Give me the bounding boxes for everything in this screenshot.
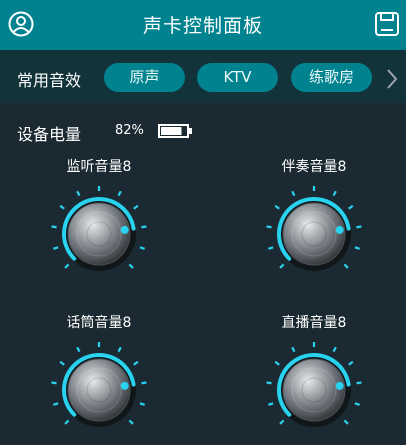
chevron-right-icon[interactable] (384, 68, 400, 90)
knob-tick (128, 419, 134, 425)
knob-tick (51, 381, 57, 385)
microphone-volume-knob[interactable] (49, 340, 149, 440)
knob-tick (268, 246, 274, 250)
knob-tick (139, 402, 145, 406)
preset-practice-room-button[interactable]: 练歌房 (291, 63, 372, 92)
preset-ktv-button[interactable]: KTV (197, 63, 278, 92)
preset-original-button[interactable]: 原声 (104, 63, 185, 92)
knob-tick (356, 381, 362, 385)
knob-tick (348, 204, 354, 210)
knob-indicator (120, 381, 129, 390)
knob-tick (343, 419, 349, 425)
battery-label: 设备电量 (17, 125, 82, 144)
live-volume-knob[interactable] (264, 340, 364, 440)
knob-tick (59, 204, 65, 210)
knob-tick (354, 246, 360, 250)
battery-icon (158, 124, 192, 138)
knob-tick (53, 402, 59, 406)
monitor-volume-knob[interactable] (49, 184, 149, 284)
preset-bar: 常用音效 原声 KTV 练歌房 (0, 50, 406, 103)
battery-percent: 82% (115, 123, 144, 138)
knob-tick (332, 190, 337, 197)
knob-tick (51, 225, 57, 229)
knob-tick (76, 190, 81, 197)
knob-tick (279, 419, 285, 425)
knob-tick (59, 360, 65, 366)
monitor-volume-label: 监听音量8 (66, 159, 132, 175)
live-volume-label: 直播音量8 (281, 315, 347, 331)
knob-tick (53, 246, 59, 250)
knob-tick (356, 225, 362, 229)
knob-tick (268, 402, 274, 406)
knob-tick (266, 381, 272, 385)
knob-tick (274, 204, 280, 210)
knob-tick (139, 246, 145, 250)
presets-label: 常用音效 (17, 71, 82, 90)
knob-tick (117, 190, 122, 197)
knob-tick (348, 360, 354, 366)
microphone-volume-label: 话筒音量8 (66, 315, 132, 331)
knob-tick (76, 346, 81, 353)
knob-tick (354, 402, 360, 406)
knob-tick (343, 263, 349, 269)
accompaniment-volume-knob[interactable] (264, 184, 364, 284)
knob-indicator (120, 225, 129, 234)
knob-indicator (335, 225, 344, 234)
save-icon[interactable] (373, 10, 401, 38)
knob-tick (274, 360, 280, 366)
knob-tick (133, 360, 139, 366)
knob-tick (133, 204, 139, 210)
title-bar: 声卡控制面板 (0, 0, 406, 50)
knob-tick (64, 263, 70, 269)
knob-tick (141, 381, 147, 385)
knob-tick (291, 346, 296, 353)
page-title: 声卡控制面板 (142, 15, 263, 37)
knob-tick (117, 346, 122, 353)
knob-tick (332, 346, 337, 353)
knob-tick (128, 263, 134, 269)
knob-indicator (335, 381, 344, 390)
knob-tick (279, 263, 285, 269)
accompaniment-volume-label: 伴奏音量8 (281, 159, 347, 175)
knob-tick (64, 419, 70, 425)
knob-tick (291, 190, 296, 197)
knob-tick (141, 225, 147, 229)
knob-tick (266, 225, 272, 229)
